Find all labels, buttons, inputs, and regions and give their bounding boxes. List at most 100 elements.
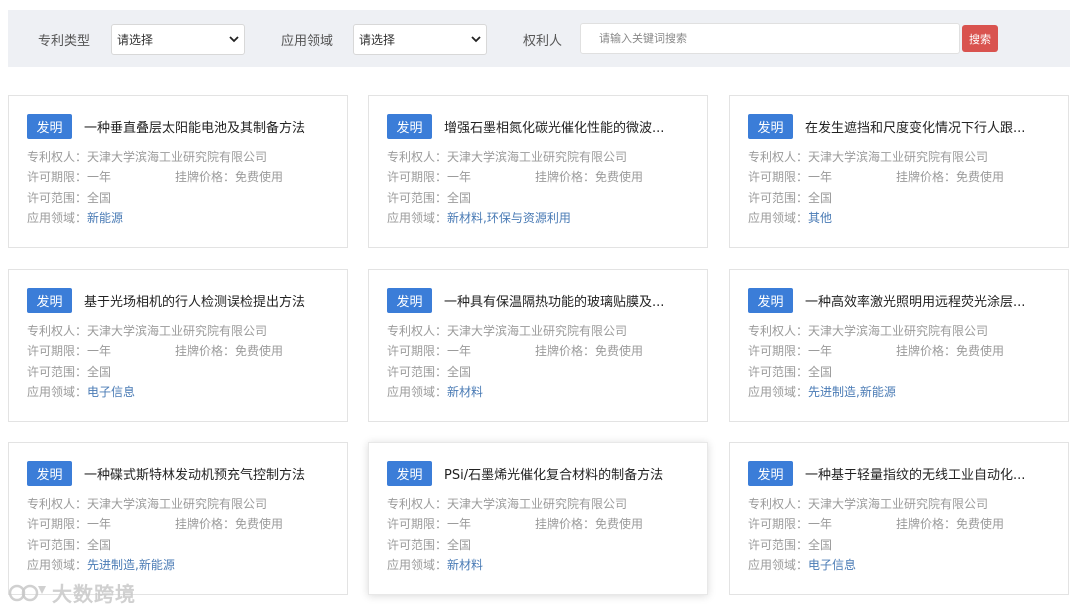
owner-value: 天津大学滨海工业研究院有限公司 bbox=[87, 497, 268, 511]
field-value[interactable]: 电子信息 bbox=[87, 385, 135, 399]
watermark-text: 大数跨境 bbox=[52, 582, 136, 606]
price-label: 挂牌价格： bbox=[175, 517, 236, 531]
field-row: 应用领域：电子信息 bbox=[27, 383, 135, 400]
term-value: 一年 bbox=[447, 344, 472, 358]
patent-title[interactable]: 增强石墨相氮化碳光催化性能的微波... bbox=[444, 117, 694, 136]
patent-card[interactable]: 发明 一种碟式斯特林发动机预充气控制方法 专利权人：天津大学滨海工业研究院有限公… bbox=[8, 442, 348, 595]
term-row: 许可期限：一年 bbox=[27, 168, 111, 185]
patent-type-badge: 发明 bbox=[387, 288, 432, 313]
field-label: 应用领域： bbox=[27, 211, 88, 225]
patent-type-badge: 发明 bbox=[27, 461, 72, 486]
owner-label: 专利权人： bbox=[387, 150, 448, 164]
scope-value: 全国 bbox=[808, 538, 833, 552]
price-row: 挂牌价格：免费使用 bbox=[535, 342, 643, 359]
price-label: 挂牌价格： bbox=[175, 344, 236, 358]
price-value: 免费使用 bbox=[595, 170, 644, 184]
field-value[interactable]: 新材料,环保与资源利用 bbox=[447, 211, 571, 225]
patent-card[interactable]: 发明 PSi/石墨烯光催化复合材料的制备方法 专利权人：天津大学滨海工业研究院有… bbox=[368, 442, 708, 595]
term-label: 许可期限： bbox=[387, 344, 448, 358]
field-value[interactable]: 先进制造,新能源 bbox=[808, 385, 896, 399]
patent-title[interactable]: 一种垂直叠层太阳能电池及其制备方法 bbox=[84, 117, 334, 136]
owner-value: 天津大学滨海工业研究院有限公司 bbox=[808, 324, 989, 338]
term-row: 许可期限：一年 bbox=[387, 515, 471, 532]
field-value[interactable]: 电子信息 bbox=[808, 558, 856, 572]
patent-title[interactable]: 基于光场相机的行人检测误检提出方法 bbox=[84, 291, 334, 310]
logo-icon bbox=[8, 584, 46, 601]
search-button[interactable]: 搜索 bbox=[962, 25, 998, 52]
field-value[interactable]: 先进制造,新能源 bbox=[87, 558, 175, 572]
patent-type-badge: 发明 bbox=[748, 114, 793, 139]
owner-row: 专利权人：天津大学滨海工业研究院有限公司 bbox=[387, 322, 627, 339]
owner-row: 专利权人：天津大学滨海工业研究院有限公司 bbox=[27, 148, 267, 165]
term-value: 一年 bbox=[808, 344, 833, 358]
patent-card[interactable]: 发明 一种基于轻量指纹的无线工业自动化... 专利权人：天津大学滨海工业研究院有… bbox=[729, 442, 1069, 595]
scope-value: 全国 bbox=[808, 365, 833, 379]
term-row: 许可期限：一年 bbox=[748, 342, 832, 359]
price-value: 免费使用 bbox=[235, 170, 284, 184]
patent-card[interactable]: 发明 一种垂直叠层太阳能电池及其制备方法 专利权人：天津大学滨海工业研究院有限公… bbox=[8, 95, 348, 248]
field-value[interactable]: 新材料 bbox=[447, 385, 483, 399]
owner-label: 专利权人： bbox=[27, 497, 88, 511]
scope-label: 许可范围： bbox=[387, 538, 448, 552]
scope-row: 许可范围：全国 bbox=[387, 363, 471, 380]
patent-title[interactable]: 一种碟式斯特林发动机预充气控制方法 bbox=[84, 464, 334, 483]
patent-title[interactable]: PSi/石墨烯光催化复合材料的制备方法 bbox=[444, 464, 694, 483]
term-row: 许可期限：一年 bbox=[748, 515, 832, 532]
price-value: 免费使用 bbox=[956, 517, 1005, 531]
scope-label: 许可范围： bbox=[387, 365, 448, 379]
term-label: 许可期限： bbox=[748, 344, 809, 358]
price-value: 免费使用 bbox=[235, 517, 284, 531]
patent-card[interactable]: 发明 一种具有保温隔热功能的玻璃贴膜及... 专利权人：天津大学滨海工业研究院有… bbox=[368, 269, 708, 422]
field-label: 应用领域： bbox=[387, 558, 448, 572]
owner-row: 专利权人：天津大学滨海工业研究院有限公司 bbox=[27, 495, 267, 512]
patent-title[interactable]: 一种基于轻量指纹的无线工业自动化... bbox=[805, 464, 1055, 483]
owner-value: 天津大学滨海工业研究院有限公司 bbox=[447, 497, 628, 511]
scope-row: 许可范围：全国 bbox=[27, 189, 111, 206]
patent-card[interactable]: 发明 一种高效率激光照明用远程荧光涂层... 专利权人：天津大学滨海工业研究院有… bbox=[729, 269, 1069, 422]
price-value: 免费使用 bbox=[595, 517, 644, 531]
scope-row: 许可范围：全国 bbox=[387, 536, 471, 553]
term-row: 许可期限：一年 bbox=[387, 168, 471, 185]
patent-card[interactable]: 发明 增强石墨相氮化碳光催化性能的微波... 专利权人：天津大学滨海工业研究院有… bbox=[368, 95, 708, 248]
term-label: 许可期限： bbox=[27, 170, 88, 184]
patent-card[interactable]: 发明 基于光场相机的行人检测误检提出方法 专利权人：天津大学滨海工业研究院有限公… bbox=[8, 269, 348, 422]
field-label: 应用领域： bbox=[748, 558, 809, 572]
owner-row: 专利权人：天津大学滨海工业研究院有限公司 bbox=[748, 322, 988, 339]
owner-value: 天津大学滨海工业研究院有限公司 bbox=[808, 497, 989, 511]
scope-value: 全国 bbox=[808, 191, 833, 205]
price-label: 挂牌价格： bbox=[535, 344, 596, 358]
price-row: 挂牌价格：免费使用 bbox=[896, 342, 1004, 359]
field-value[interactable]: 新能源 bbox=[87, 211, 123, 225]
patent-title[interactable]: 一种高效率激光照明用远程荧光涂层... bbox=[805, 291, 1055, 310]
owner-label: 专利权人： bbox=[387, 497, 448, 511]
term-label: 许可期限： bbox=[748, 170, 809, 184]
term-value: 一年 bbox=[447, 170, 472, 184]
patent-title[interactable]: 一种具有保温隔热功能的玻璃贴膜及... bbox=[444, 291, 694, 310]
field-label: 应用领域： bbox=[27, 385, 88, 399]
price-row: 挂牌价格：免费使用 bbox=[896, 168, 1004, 185]
price-label: 挂牌价格： bbox=[535, 517, 596, 531]
patent-card[interactable]: 发明 在发生遮挡和尺度变化情况下行人跟... 专利权人：天津大学滨海工业研究院有… bbox=[729, 95, 1069, 248]
field-value[interactable]: 新材料 bbox=[447, 558, 483, 572]
patent-type-select[interactable]: 请选择 bbox=[111, 24, 245, 55]
field-value[interactable]: 其他 bbox=[808, 211, 832, 225]
scope-row: 许可范围：全国 bbox=[27, 363, 111, 380]
patent-type-badge: 发明 bbox=[27, 114, 72, 139]
term-label: 许可期限： bbox=[387, 170, 448, 184]
owner-label: 专利权人： bbox=[748, 324, 809, 338]
term-label: 许可期限： bbox=[27, 344, 88, 358]
field-row: 应用领域：新材料,环保与资源利用 bbox=[387, 209, 571, 226]
term-value: 一年 bbox=[87, 170, 112, 184]
field-select[interactable]: 请选择 bbox=[353, 24, 487, 55]
patent-type-badge: 发明 bbox=[387, 114, 432, 139]
field-label: 应用领域： bbox=[27, 558, 88, 572]
scope-row: 许可范围：全国 bbox=[748, 363, 832, 380]
owner-row: 专利权人：天津大学滨海工业研究院有限公司 bbox=[27, 322, 267, 339]
patent-title[interactable]: 在发生遮挡和尺度变化情况下行人跟... bbox=[805, 117, 1055, 136]
term-label: 许可期限： bbox=[387, 517, 448, 531]
term-row: 许可期限：一年 bbox=[27, 515, 111, 532]
price-row: 挂牌价格：免费使用 bbox=[896, 515, 1004, 532]
search-input[interactable] bbox=[580, 23, 960, 54]
patent-type-select-value: 请选择 bbox=[117, 33, 154, 47]
term-value: 一年 bbox=[87, 344, 112, 358]
